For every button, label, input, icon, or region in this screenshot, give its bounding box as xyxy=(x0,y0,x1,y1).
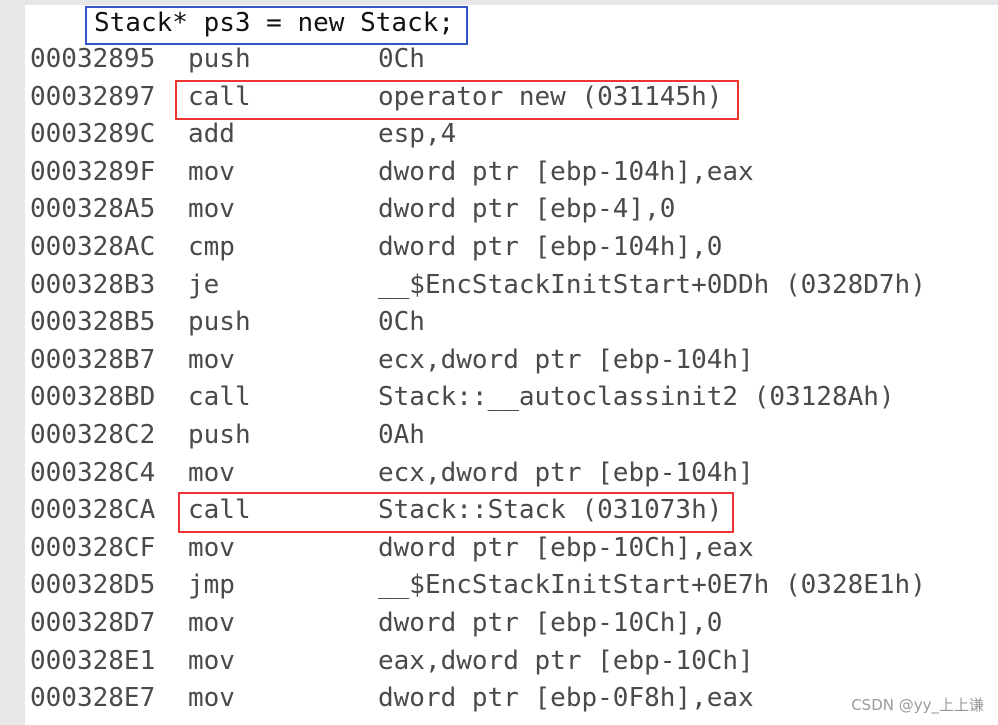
address: 000328A5 xyxy=(30,194,156,225)
asm-row: 000328B3 je __$EncStackInitStart+0DDh (032… xyxy=(0,267,998,305)
address: 000328B3 xyxy=(30,269,156,300)
address: 000328BD xyxy=(30,382,156,413)
address: 0003289F xyxy=(30,156,156,187)
operand: 0Ch xyxy=(378,44,425,74)
operand: dword ptr [ebp-104h],0 xyxy=(378,232,723,262)
asm-row: 000328E1 mov eax,dword ptr [ebp-10Ch] xyxy=(0,643,998,681)
operand: ecx,dword ptr [ebp-104h] xyxy=(378,344,754,375)
mnemonic: je xyxy=(188,269,220,300)
source-highlight-box xyxy=(85,6,468,45)
mnemonic: mov xyxy=(188,457,235,488)
address: 000328CA xyxy=(30,495,156,526)
asm-row: 000328CF mov dword ptr [ebp-10Ch],eax xyxy=(0,530,998,568)
mnemonic: mov xyxy=(188,645,235,676)
asm-row: 000328C2 push 0Ah xyxy=(0,417,998,455)
mnemonic: mov xyxy=(188,194,235,225)
operand: 0Ch xyxy=(378,307,425,338)
mnemonic: call xyxy=(188,382,251,413)
mnemonic: cmp xyxy=(188,232,235,262)
address: 00032897 xyxy=(30,81,156,112)
asm-row: 000328A5 mov dword ptr [ebp-4],0 xyxy=(0,191,998,229)
address: 000328B5 xyxy=(30,307,156,338)
asm-row: 000328D7 mov dword ptr [ebp-10Ch],0 xyxy=(0,605,998,643)
address: 000328D7 xyxy=(30,608,156,638)
mnemonic: mov xyxy=(188,344,235,375)
asm-row: 0003289F mov dword ptr [ebp-104h],eax xyxy=(0,154,998,192)
asm-row: 000328BD call Stack::__autoclassinit2 (031… xyxy=(0,379,998,417)
mnemonic: mov xyxy=(188,532,235,563)
operand: Stack::__autoclassinit2 (03128Ah) xyxy=(378,382,895,413)
asm-row: 000328D5 jmp __$EncStackInitStart+0E7h (03… xyxy=(0,567,998,605)
address: 0003289C xyxy=(30,119,156,150)
mnemonic: mov xyxy=(188,683,235,714)
asm-row: 000328C4 mov ecx,dword ptr [ebp-104h] xyxy=(0,455,998,493)
mnemonic: mov xyxy=(188,608,235,638)
asm-row: 00032895 push 0Ch xyxy=(0,41,998,79)
operand: 0Ah xyxy=(378,420,425,450)
operand: esp,4 xyxy=(378,119,457,150)
operand: __$EncStackInitStart+0E7h (0328E1h) xyxy=(378,570,926,601)
mnemonic: push xyxy=(188,420,251,450)
address: 000328CF xyxy=(30,532,156,563)
operand: ecx,dword ptr [ebp-104h] xyxy=(378,457,754,488)
address: 000328B7 xyxy=(30,344,156,375)
mnemonic: mov xyxy=(188,156,235,187)
mnemonic: push xyxy=(188,44,251,74)
address: 000328AC xyxy=(30,232,156,262)
address: 000328D5 xyxy=(30,570,156,601)
asm-row: 000328E7 mov dword ptr [ebp-0F8h],eax xyxy=(0,680,998,718)
operand: __$EncStackInitStart+0DDh (0328D7h) xyxy=(378,269,926,300)
asm-row: 0003289C add esp,4 xyxy=(0,116,998,154)
mnemonic: jmp xyxy=(188,570,235,601)
address: 00032895 xyxy=(30,44,156,74)
mnemonic: add xyxy=(188,119,235,150)
asm-row: 000328B5 push 0Ch xyxy=(0,304,998,342)
address: 000328E1 xyxy=(30,645,156,676)
operand: dword ptr [ebp-10Ch],0 xyxy=(378,608,723,638)
asm-row: 000328AC cmp dword ptr [ebp-104h],0 xyxy=(0,229,998,267)
operand: dword ptr [ebp-4],0 xyxy=(378,194,676,225)
address: 000328C2 xyxy=(30,420,156,450)
watermark: CSDN @yy_上上谦 xyxy=(851,696,984,714)
asm-row: 000328B7 mov ecx,dword ptr [ebp-104h] xyxy=(0,342,998,380)
call-constructor-highlight-box xyxy=(178,492,734,533)
call-operator-new-highlight-box xyxy=(175,80,739,120)
mnemonic: push xyxy=(188,307,251,338)
operand: eax,dword ptr [ebp-10Ch] xyxy=(378,645,754,676)
operand: dword ptr [ebp-10Ch],eax xyxy=(378,532,754,563)
operand: dword ptr [ebp-0F8h],eax xyxy=(378,683,754,714)
address: 000328C4 xyxy=(30,457,156,488)
operand: dword ptr [ebp-104h],eax xyxy=(378,156,754,187)
address: 000328E7 xyxy=(30,683,156,714)
